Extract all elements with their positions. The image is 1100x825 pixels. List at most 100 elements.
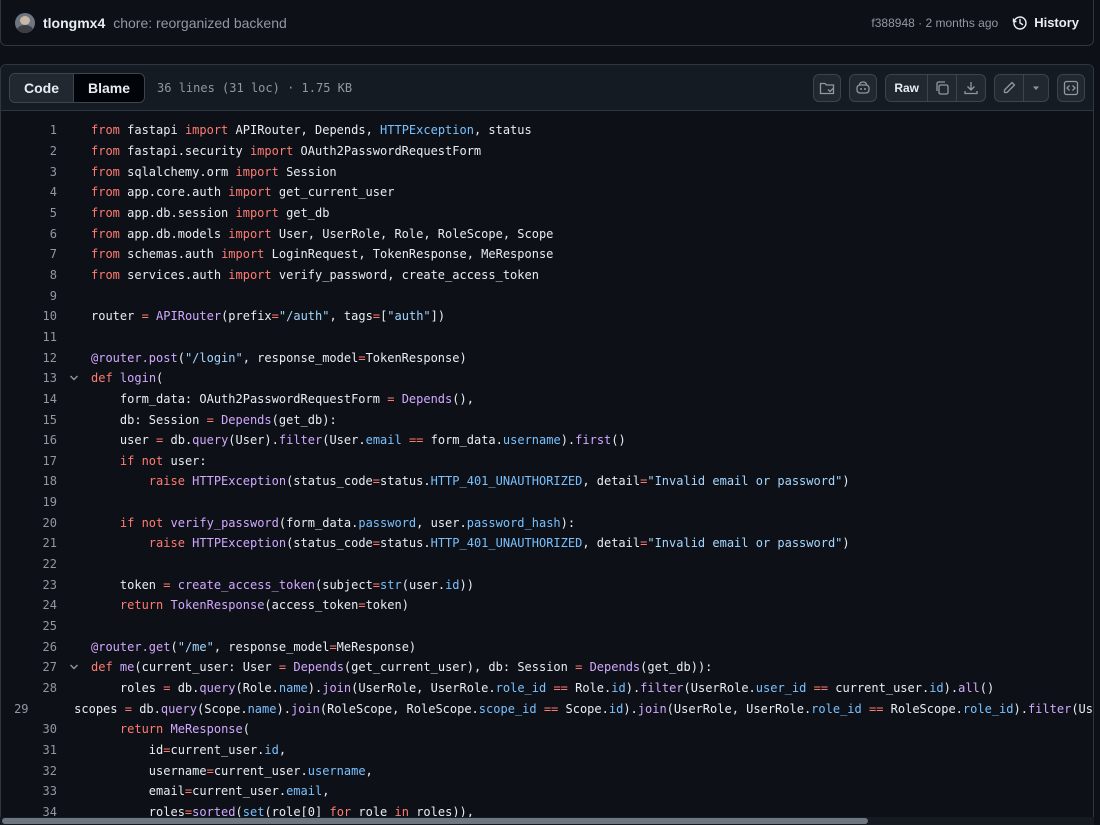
line-number[interactable]: 19 [1, 495, 57, 509]
code-line[interactable]: 3 from sqlalchemy.orm import Session [1, 161, 1093, 182]
scrollbar-thumb[interactable] [2, 818, 868, 824]
line-number[interactable]: 6 [1, 227, 57, 241]
pencil-icon [1001, 80, 1017, 96]
code-line[interactable]: 16 user = db.query(User).filter(User.ema… [1, 430, 1093, 451]
code-line[interactable]: 22 [1, 554, 1093, 575]
line-number[interactable]: 16 [1, 433, 57, 447]
edit-dropdown-button[interactable] [1023, 74, 1048, 101]
commit-sha[interactable]: f388948 [871, 16, 914, 30]
code-line[interactable]: 4 from app.core.auth import get_current_u… [1, 182, 1093, 203]
code-token: TokenResponse [170, 598, 265, 613]
code-token: , tags [329, 309, 373, 324]
line-number[interactable]: 13 [1, 371, 57, 385]
code-token: ( [156, 371, 164, 386]
code-line[interactable]: 20 if not verify_password(form_data.pass… [1, 512, 1093, 533]
code-line[interactable]: 1 from fastapi import APIRouter, Depends,… [1, 120, 1093, 141]
code-line[interactable]: 31 id=current_user.id, [1, 740, 1093, 761]
code-line[interactable]: 28 roles = db.query(Role.name).join(User… [1, 678, 1093, 699]
line-number[interactable]: 18 [1, 474, 57, 488]
line-number[interactable]: 12 [1, 351, 57, 365]
commit-message[interactable]: chore: reorganized backend [113, 15, 287, 31]
code-line[interactable]: 15 db: Session = Depends(get_db): [1, 409, 1093, 430]
commit-sha-age[interactable]: f388948 · 2 months ago [871, 16, 998, 30]
chevron-down-icon[interactable] [57, 372, 91, 384]
tab-blame[interactable]: Blame [74, 73, 145, 102]
line-number[interactable]: 32 [1, 764, 57, 778]
code-line[interactable]: 6 from app.db.models import User, UserRol… [1, 223, 1093, 244]
raw-button[interactable]: Raw [886, 75, 927, 101]
line-number[interactable]: 9 [1, 289, 57, 303]
line-number[interactable]: 8 [1, 268, 57, 282]
line-number[interactable]: 26 [1, 640, 57, 654]
code-line[interactable]: 33 email=current_user.email, [1, 781, 1093, 802]
code-line[interactable]: 14 form_data: OAuth2PasswordRequestForm … [1, 389, 1093, 410]
code-token: username [91, 763, 207, 778]
code-line[interactable]: 32 username=current_user.username, [1, 760, 1093, 781]
line-number[interactable]: 2 [1, 144, 57, 158]
symbols-panel-button[interactable] [1057, 73, 1085, 102]
code-line[interactable]: 12 @router.post("/login", response_model=… [1, 347, 1093, 368]
symbols-button[interactable] [813, 73, 842, 102]
code-token: user [91, 433, 157, 448]
code-line[interactable]: 27 def me(current_user: User = Depends(ge… [1, 657, 1093, 678]
code-line[interactable]: 18 raise HTTPException(status_code=statu… [1, 471, 1093, 492]
line-number[interactable]: 24 [1, 598, 57, 612]
code-token: HTTPException [192, 536, 287, 551]
line-number[interactable]: 3 [1, 165, 57, 179]
code-text: from schemas.auth import LoginRequest, T… [91, 247, 553, 261]
code-line[interactable]: 13 def login( [1, 368, 1093, 389]
line-number[interactable]: 15 [1, 413, 57, 427]
code-token: from [91, 247, 120, 262]
copy-button[interactable] [927, 74, 956, 101]
code-line[interactable]: 29 scopes = db.query(Scope.name).join(Ro… [1, 698, 1093, 719]
code-line[interactable]: 26 @router.get("/me", response_model=MeRe… [1, 636, 1093, 657]
code-view[interactable]: 1 from fastapi import APIRouter, Depends,… [1, 111, 1093, 822]
line-number[interactable]: 20 [1, 516, 57, 530]
line-number[interactable]: 4 [1, 185, 57, 199]
code-line[interactable]: 8 from services.auth import verify_passwo… [1, 265, 1093, 286]
code-line[interactable]: 24 return TokenResponse(access_token=tok… [1, 595, 1093, 616]
line-number[interactable]: 11 [1, 330, 57, 344]
commit-author[interactable]: tlongmx4 [43, 15, 105, 31]
code-token: OAuth2PasswordRequestForm [293, 143, 482, 158]
code-line[interactable]: 23 token = create_access_token(subject=s… [1, 574, 1093, 595]
line-number[interactable]: 1 [1, 123, 57, 137]
line-number[interactable]: 31 [1, 743, 57, 757]
code-line[interactable]: 2 from fastapi.security import OAuth2Pass… [1, 141, 1093, 162]
line-number[interactable]: 14 [1, 392, 57, 406]
avatar[interactable] [15, 12, 35, 33]
code-line[interactable]: 25 [1, 616, 1093, 637]
code-line[interactable]: 11 [1, 327, 1093, 348]
line-number[interactable]: 17 [1, 454, 57, 468]
code-token: , response_model [242, 350, 359, 365]
code-text: token = create_access_token(subject=str(… [91, 578, 474, 592]
line-number[interactable]: 29 [1, 702, 28, 716]
horizontal-scrollbar[interactable] [0, 817, 1094, 825]
code-line[interactable]: 10 router = APIRouter(prefix="/auth", tag… [1, 306, 1093, 327]
line-number[interactable]: 10 [1, 309, 57, 323]
line-number[interactable]: 33 [1, 784, 57, 798]
line-number[interactable]: 25 [1, 619, 57, 633]
line-number[interactable]: 21 [1, 536, 57, 550]
download-button[interactable] [956, 74, 985, 101]
line-number[interactable]: 5 [1, 206, 57, 220]
line-number[interactable]: 27 [1, 660, 57, 674]
edit-button[interactable] [995, 75, 1023, 101]
code-line[interactable]: 21 raise HTTPException(status_code=statu… [1, 533, 1093, 554]
line-number[interactable]: 23 [1, 578, 57, 592]
line-number[interactable]: 28 [1, 681, 57, 695]
code-line[interactable]: 17 if not user: [1, 451, 1093, 472]
copilot-button[interactable] [849, 73, 878, 102]
code-token: Depends [221, 412, 272, 427]
chevron-down-icon[interactable] [57, 661, 91, 673]
code-line[interactable]: 5 from app.db.session import get_db [1, 203, 1093, 224]
code-line[interactable]: 7 from schemas.auth import LoginRequest, … [1, 244, 1093, 265]
history-button[interactable]: History [1012, 15, 1079, 31]
code-line[interactable]: 30 return MeResponse( [1, 719, 1093, 740]
line-number[interactable]: 7 [1, 247, 57, 261]
line-number[interactable]: 30 [1, 722, 57, 736]
code-line[interactable]: 9 [1, 285, 1093, 306]
line-number[interactable]: 22 [1, 557, 57, 571]
tab-code[interactable]: Code [10, 73, 74, 102]
code-line[interactable]: 19 [1, 492, 1093, 513]
